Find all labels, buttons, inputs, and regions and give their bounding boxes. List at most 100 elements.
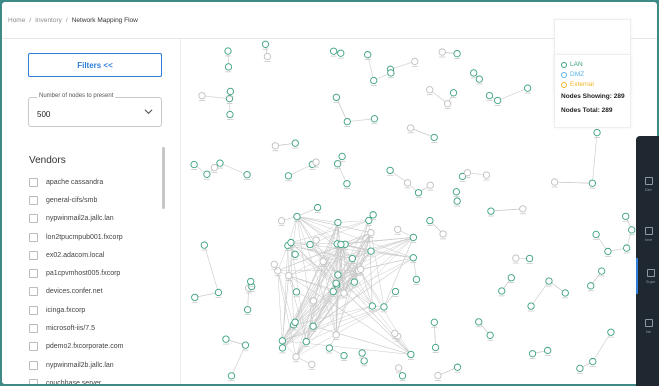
vendor-checkbox[interactable] [29,177,38,187]
vendor-item[interactable]: icinga.fxcorp [29,301,154,319]
graph-node[interactable] [409,233,418,243]
vendor-item[interactable]: pdemo2.fxcorporate.com [29,338,154,356]
graph-node[interactable] [190,160,198,170]
drawer-item-device[interactable]: Dev [636,166,659,202]
graph-node[interactable] [277,217,286,227]
graph-node[interactable] [226,110,234,120]
vendor-checkbox[interactable] [29,342,38,352]
nodes-count-select[interactable]: Number of nodes to present 500 [28,93,162,127]
graph-node[interactable] [512,254,520,264]
graph-node[interactable] [623,244,631,254]
graph-node[interactable] [358,349,366,359]
graph-node[interactable] [291,139,299,149]
drawer-item-inventory[interactable]: Inve [636,216,659,252]
vendor-item[interactable]: devices.confer.net [29,283,154,301]
graph-node[interactable] [243,171,251,181]
graph-node[interactable] [438,48,446,58]
graph-node[interactable] [387,69,395,79]
graph-node[interactable] [475,318,483,328]
graph-node[interactable] [398,372,407,382]
graph-node[interactable] [475,75,483,85]
graph-node[interactable] [313,203,322,213]
vendor-item[interactable]: ex02.adacom.local [29,246,154,264]
graph-node[interactable] [360,357,368,367]
graph-node[interactable] [593,128,601,138]
graph-node[interactable] [367,247,375,257]
graph-node[interactable] [241,341,250,351]
graph-node[interactable] [284,172,293,182]
graph-node[interactable] [426,181,434,191]
vendor-item[interactable]: nypwinmail2a.jallc.lan [29,210,154,228]
graph-node[interactable] [308,360,316,370]
vendor-item[interactable]: general-cifs/smb [29,191,154,209]
graph-node[interactable] [482,171,491,181]
graph-node[interactable] [453,197,461,207]
graph-node[interactable] [198,92,206,102]
graph-node[interactable] [443,100,452,110]
graph-node[interactable] [498,287,506,297]
graph-node[interactable] [329,47,338,57]
graph-node[interactable] [544,346,552,356]
graph-node[interactable] [604,247,612,257]
vendor-checkbox[interactable] [29,250,38,260]
breadcrumb-inventory[interactable]: Inventory [35,17,62,24]
graph-node[interactable] [545,277,553,287]
graph-node[interactable] [485,91,494,101]
graph-node[interactable] [409,254,417,264]
graph-node[interactable] [589,357,597,367]
vendor-checkbox[interactable] [29,195,38,205]
graph-node[interactable] [364,51,372,60]
graph-node[interactable] [325,344,333,354]
graph-node[interactable] [525,254,534,264]
graph-node[interactable] [426,216,434,226]
sidebar-scrollbar[interactable] [162,147,165,209]
graph-node[interactable] [191,293,199,303]
vendor-item[interactable]: pa1cpvmhost005.fxcorp [29,264,154,282]
vendor-checkbox[interactable] [29,214,38,224]
vendor-item[interactable]: lon2tpucmpub001.fxcorp [29,228,154,246]
graph-node[interactable] [394,225,402,235]
graph-node[interactable] [370,115,379,125]
graph-node[interactable] [278,344,287,354]
graph-node[interactable] [340,351,348,361]
vendor-checkbox[interactable] [29,269,38,279]
graph-node[interactable] [453,363,462,373]
graph-node[interactable] [244,306,252,316]
vendor-item[interactable]: microsoft-iis/7.5 [29,319,154,337]
graph-node[interactable] [406,124,415,134]
graph-node[interactable] [403,179,412,189]
vendor-checkbox[interactable] [29,287,38,297]
graph-node[interactable] [222,335,230,345]
graph-node[interactable] [470,69,478,79]
graph-node[interactable] [426,86,434,96]
graph-node[interactable] [527,302,535,312]
graph-node[interactable] [414,189,423,199]
vendor-item[interactable]: apache cassandra [29,173,154,191]
graph-node[interactable] [306,240,314,250]
graph-node[interactable] [430,133,438,143]
graph-node[interactable] [337,49,345,59]
graph-node[interactable] [487,207,495,217]
graph-node[interactable] [386,166,394,176]
graph-node[interactable] [598,267,606,277]
graph-node[interactable] [203,170,211,180]
graph-node[interactable] [576,364,584,374]
graph-node[interactable] [523,84,532,94]
graph-node[interactable] [411,57,419,67]
vendor-checkbox[interactable] [29,360,38,370]
drawer-item-super[interactable]: Supe [636,258,659,294]
graph-node[interactable] [391,287,400,297]
graph-node[interactable] [291,250,299,260]
graph-node[interactable] [412,275,421,285]
graph-node[interactable] [224,63,233,73]
graph-node[interactable] [431,343,440,353]
graph-node[interactable] [343,117,351,127]
graph-node[interactable] [407,350,415,360]
graph-node[interactable] [227,372,236,382]
graph-node[interactable] [486,331,494,341]
vendor-item[interactable]: nypwinmail2b.jallc.lan [29,356,154,374]
graph-node[interactable] [528,350,537,360]
vendor-checkbox[interactable] [29,232,38,242]
graph-node[interactable] [588,179,597,189]
breadcrumb-home[interactable]: Home [8,17,25,24]
